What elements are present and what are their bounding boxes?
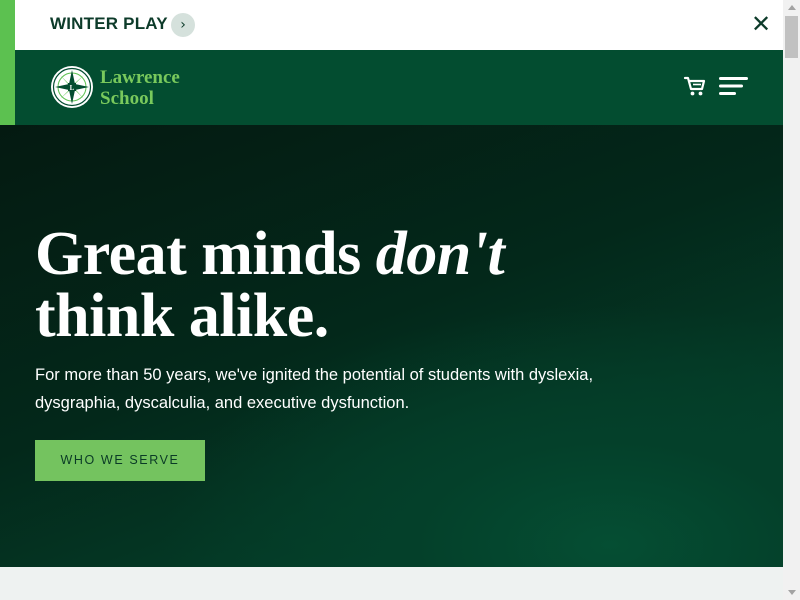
hero-section: Great minds don't think alike. For more t… — [0, 125, 783, 567]
hero-heading-emphasis: don't — [375, 220, 505, 288]
accent-strip — [0, 0, 15, 125]
menu-icon[interactable] — [719, 74, 749, 98]
hero-heading-part-1: Great minds — [35, 220, 376, 288]
cart-icon[interactable] — [683, 74, 707, 98]
page: WINTER PLAY › ✕ L Lawrence School Great … — [0, 0, 783, 600]
announcement-link[interactable]: WINTER PLAY — [50, 14, 168, 34]
scroll-up-arrow-icon[interactable] — [783, 0, 800, 14]
logo-line-2: School — [100, 88, 154, 109]
scrollbar-thumb[interactable] — [785, 16, 798, 58]
chevron-right-icon[interactable]: › — [171, 13, 195, 37]
hero-heading: Great minds don't think alike. — [35, 220, 505, 350]
announcement-bar: WINTER PLAY › ✕ — [0, 0, 783, 50]
logo-wordmark: Lawrence School — [100, 67, 180, 109]
hero-heading-line-2: think alike. — [35, 282, 329, 350]
logo-line-1: Lawrence — [100, 67, 180, 88]
site-header: L Lawrence School — [15, 50, 783, 125]
svg-text:L: L — [70, 84, 75, 92]
who-we-serve-button[interactable]: WHO WE SERVE — [35, 440, 205, 481]
logo-link[interactable]: L Lawrence School — [50, 65, 200, 111]
scroll-down-arrow-icon[interactable] — [783, 586, 800, 600]
close-icon[interactable]: ✕ — [748, 11, 774, 37]
hero-description: For more than 50 years, we've ignited th… — [35, 366, 594, 412]
compass-logo-icon: L — [51, 66, 93, 108]
vertical-scrollbar[interactable] — [783, 0, 800, 600]
